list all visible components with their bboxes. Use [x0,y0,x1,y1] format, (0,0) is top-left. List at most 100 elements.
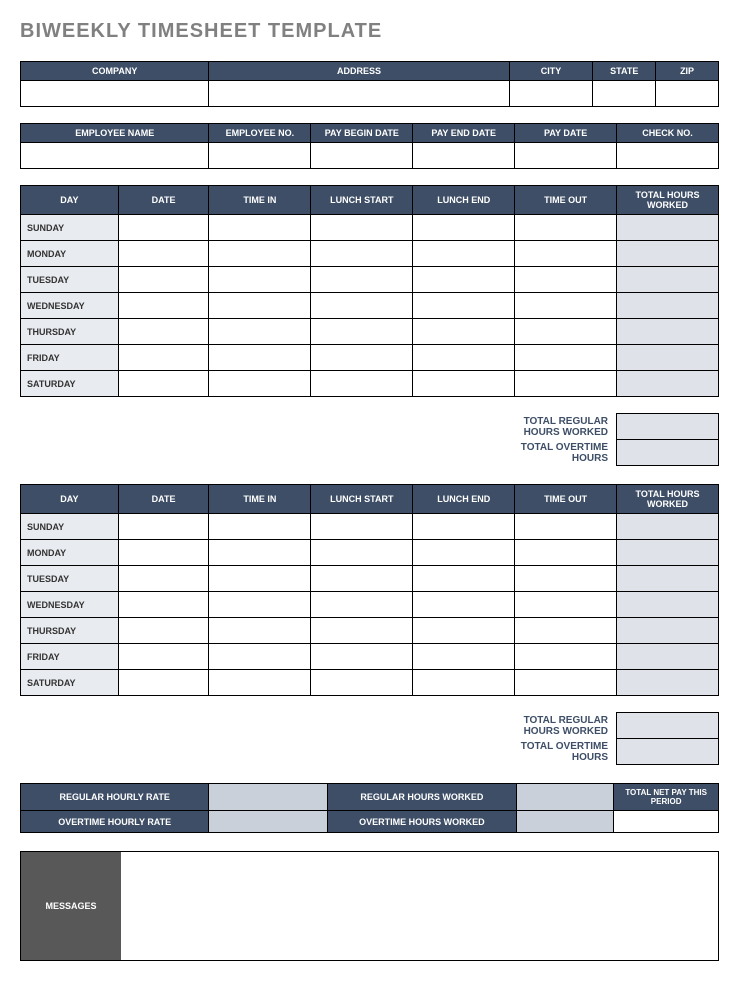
time-out-input[interactable] [515,644,617,670]
time-out-input[interactable] [515,293,617,319]
date-input[interactable] [118,644,209,670]
time-in-input[interactable] [209,371,311,397]
time-in-input[interactable] [209,215,311,241]
row-total [617,540,719,566]
table-row: SATURDAY [21,371,719,397]
lunch-end-input[interactable] [413,540,515,566]
time-out-input[interactable] [515,514,617,540]
table-row: THURSDAY [21,319,719,345]
time-in-input[interactable] [209,345,311,371]
company-input[interactable] [21,81,209,107]
date-input[interactable] [118,618,209,644]
time-out-input[interactable] [515,540,617,566]
date-input[interactable] [118,514,209,540]
zip-input[interactable] [656,81,719,107]
header-lunch-end: LUNCH END [413,186,515,215]
date-input[interactable] [118,215,209,241]
lunch-start-input[interactable] [311,319,413,345]
lunch-start-input[interactable] [311,267,413,293]
lunch-start-input[interactable] [311,215,413,241]
table-row: SUNDAY [21,514,719,540]
time-in-input[interactable] [209,592,311,618]
lunch-start-input[interactable] [311,514,413,540]
lunch-end-input[interactable] [413,566,515,592]
lunch-end-input[interactable] [413,514,515,540]
emp-no-input[interactable] [209,143,311,169]
header-lunch-end: LUNCH END [413,485,515,514]
lunch-start-input[interactable] [311,345,413,371]
time-in-input[interactable] [209,267,311,293]
ot-hours-input[interactable] [516,811,614,833]
time-in-input[interactable] [209,293,311,319]
lunch-end-input[interactable] [413,267,515,293]
pay-date-input[interactable] [515,143,617,169]
lunch-end-input[interactable] [413,618,515,644]
date-input[interactable] [118,241,209,267]
day-label: MONDAY [21,540,119,566]
city-input[interactable] [509,81,593,107]
date-input[interactable] [118,267,209,293]
week1-total-overtime-val [617,440,719,466]
date-input[interactable] [118,345,209,371]
lunch-end-input[interactable] [413,319,515,345]
lunch-start-input[interactable] [311,592,413,618]
lunch-start-input[interactable] [311,566,413,592]
lunch-end-input[interactable] [413,293,515,319]
row-total [617,319,719,345]
time-in-input[interactable] [209,670,311,696]
date-input[interactable] [118,371,209,397]
time-out-input[interactable] [515,592,617,618]
date-input[interactable] [118,540,209,566]
date-input[interactable] [118,670,209,696]
lunch-start-input[interactable] [311,670,413,696]
lunch-start-input[interactable] [311,618,413,644]
time-out-input[interactable] [515,371,617,397]
lunch-start-input[interactable] [311,371,413,397]
lunch-start-input[interactable] [311,241,413,267]
row-total [617,241,719,267]
week2-total-overtime-label: TOTAL OVERTIME HOURS [515,739,617,765]
lunch-start-input[interactable] [311,540,413,566]
time-in-input[interactable] [209,566,311,592]
header-ot-rate: OVERTIME HOURLY RATE [21,811,209,833]
reg-rate-input[interactable] [209,784,328,811]
time-in-input[interactable] [209,514,311,540]
emp-name-input[interactable] [21,143,209,169]
date-input[interactable] [118,293,209,319]
company-table: COMPANY ADDRESS CITY STATE ZIP [20,61,719,107]
lunch-end-input[interactable] [413,345,515,371]
time-in-input[interactable] [209,644,311,670]
lunch-end-input[interactable] [413,592,515,618]
lunch-start-input[interactable] [311,644,413,670]
time-in-input[interactable] [209,618,311,644]
time-in-input[interactable] [209,319,311,345]
time-out-input[interactable] [515,670,617,696]
week1-total-regular-val [617,414,719,440]
pay-begin-input[interactable] [311,143,413,169]
lunch-start-input[interactable] [311,293,413,319]
check-no-input[interactable] [617,143,719,169]
lunch-end-input[interactable] [413,215,515,241]
time-out-input[interactable] [515,319,617,345]
lunch-end-input[interactable] [413,371,515,397]
reg-hours-input[interactable] [516,784,614,811]
messages-input[interactable] [121,852,718,960]
time-out-input[interactable] [515,267,617,293]
pay-end-input[interactable] [413,143,515,169]
time-in-input[interactable] [209,241,311,267]
date-input[interactable] [118,592,209,618]
date-input[interactable] [118,566,209,592]
lunch-end-input[interactable] [413,241,515,267]
lunch-end-input[interactable] [413,670,515,696]
time-out-input[interactable] [515,215,617,241]
address-input[interactable] [209,81,509,107]
lunch-end-input[interactable] [413,644,515,670]
time-out-input[interactable] [515,241,617,267]
time-in-input[interactable] [209,540,311,566]
date-input[interactable] [118,319,209,345]
ot-rate-input[interactable] [209,811,328,833]
state-input[interactable] [593,81,656,107]
time-out-input[interactable] [515,345,617,371]
time-out-input[interactable] [515,566,617,592]
time-out-input[interactable] [515,618,617,644]
